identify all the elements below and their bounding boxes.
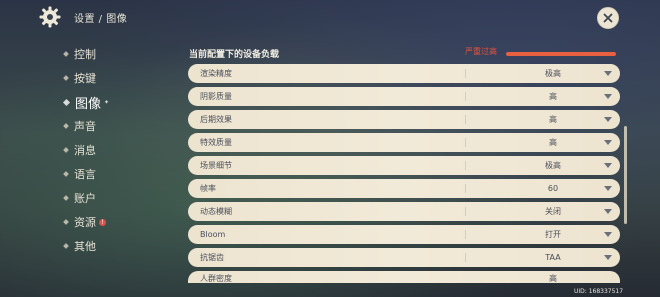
setting-row-post-processing[interactable]: 后期效果 高 — [188, 110, 620, 129]
setting-row-bloom[interactable]: Bloom 打开 — [188, 225, 620, 244]
chevron-down-icon — [604, 232, 612, 237]
chevron-down-icon — [604, 117, 612, 122]
sidebar-item-label: 资源 — [74, 216, 96, 229]
setting-row-scene-detail[interactable]: 场景细节 极高 — [188, 156, 620, 175]
setting-row-anti-aliasing[interactable]: 抗锯齿 TAA — [188, 248, 620, 267]
divider — [465, 184, 466, 193]
setting-value: 极高 — [545, 69, 561, 78]
setting-value: 高 — [549, 92, 557, 101]
diamond-bullet-icon — [63, 243, 69, 249]
setting-label: 人群密度 — [200, 274, 232, 283]
sidebar-item-label: 按键 — [74, 72, 96, 85]
divider — [465, 138, 466, 147]
setting-value: 高 — [549, 138, 557, 147]
setting-value: 打开 — [545, 230, 561, 239]
device-load-status: 严重过高 — [465, 47, 497, 56]
setting-value: 关闭 — [545, 207, 561, 216]
setting-row-effects-quality[interactable]: 特效质量 高 — [188, 133, 620, 152]
diamond-bullet-icon — [63, 75, 69, 81]
setting-label: 帧率 — [200, 184, 216, 193]
user-id-label: UID: 168337517 — [574, 288, 624, 295]
setting-value: 极高 — [545, 161, 561, 170]
divider — [465, 92, 466, 101]
device-load-bar — [506, 52, 616, 56]
chevron-down-icon — [604, 186, 612, 191]
setting-label: 阴影质量 — [200, 92, 232, 101]
diamond-bullet-icon — [63, 171, 69, 177]
sidebar-item-other[interactable]: 其他 — [63, 234, 154, 258]
setting-label: 后期效果 — [200, 115, 232, 124]
setting-label: 渲染精度 — [200, 69, 232, 78]
setting-label: Bloom — [200, 230, 226, 239]
scrollbar[interactable] — [624, 126, 627, 224]
device-load-bar-fill — [506, 52, 616, 56]
setting-label: 动态模糊 — [200, 207, 232, 216]
sidebar-item-audio[interactable]: 声音 — [63, 114, 154, 138]
sidebar-item-label: 图像 — [75, 96, 102, 112]
sidebar-item-label: 声音 — [74, 120, 96, 133]
sparkle-icon: ✦ — [104, 98, 110, 106]
setting-value: TAA — [545, 253, 561, 262]
setting-value: 高 — [549, 115, 557, 124]
settings-gear-icon — [38, 5, 62, 29]
chevron-down-icon — [604, 71, 612, 76]
setting-row-shadow-quality[interactable]: 阴影质量 高 — [188, 87, 620, 106]
diamond-bullet-icon — [63, 219, 69, 225]
notification-badge: ! — [99, 218, 106, 226]
diamond-bullet-icon — [63, 147, 69, 153]
divider — [465, 115, 466, 124]
sidebar-item-label: 语言 — [74, 168, 96, 181]
sidebar-item-controls[interactable]: 控制 — [63, 42, 154, 66]
chevron-down-icon — [604, 163, 612, 168]
sidebar-item-resources[interactable]: 资源 ! — [63, 210, 154, 234]
chevron-down-icon — [604, 255, 612, 260]
sidebar-item-graphics[interactable]: 图像 ✦ — [62, 90, 154, 114]
setting-row-render-resolution[interactable]: 渲染精度 极高 — [188, 64, 620, 83]
setting-label: 抗锯齿 — [200, 253, 224, 262]
divider — [465, 69, 466, 78]
close-button[interactable] — [597, 7, 619, 29]
setting-row-frame-rate[interactable]: 帧率 60 — [188, 179, 620, 198]
chevron-down-icon — [604, 209, 612, 214]
device-load-title: 当前配置下的设备负载 — [189, 50, 280, 60]
sidebar-item-label: 控制 — [74, 48, 96, 61]
sidebar-item-account[interactable]: 账户 — [63, 186, 154, 210]
setting-label: 特效质量 — [200, 138, 232, 147]
sidebar-item-label: 消息 — [74, 144, 96, 157]
chevron-down-icon — [604, 140, 612, 145]
sidebar-item-label: 其他 — [74, 240, 96, 253]
setting-row-motion-blur[interactable]: 动态模糊 关闭 — [188, 202, 620, 221]
diamond-bullet-icon — [63, 123, 69, 129]
divider — [465, 253, 466, 262]
sidebar-item-language[interactable]: 语言 — [63, 162, 154, 186]
diamond-bullet-icon — [63, 195, 69, 201]
divider — [465, 230, 466, 239]
setting-label: 场景细节 — [200, 161, 232, 170]
graphics-settings-list: 渲染精度 极高 阴影质量 高 后期效果 高 特效质量 高 场景细节 极高 帧率 … — [188, 64, 620, 287]
close-icon — [603, 13, 613, 23]
diamond-bullet-icon — [62, 98, 71, 106]
breadcrumb: 设置 / 图像 — [74, 14, 128, 25]
divider — [465, 207, 466, 216]
sidebar-item-messages[interactable]: 消息 — [63, 138, 154, 162]
setting-row-crowd-density[interactable]: 人群密度 高 — [188, 271, 620, 283]
sidebar: 控制 按键 图像 ✦ 声音 消息 语言 账户 资源 ! 其他 — [62, 42, 154, 258]
chevron-down-icon — [604, 94, 612, 99]
divider — [465, 161, 466, 170]
sidebar-item-label: 账户 — [74, 192, 96, 205]
diamond-bullet-icon — [63, 51, 69, 57]
sidebar-item-keybindings[interactable]: 按键 — [63, 66, 154, 90]
setting-value: 高 — [549, 274, 557, 283]
setting-value: 60 — [547, 184, 559, 193]
